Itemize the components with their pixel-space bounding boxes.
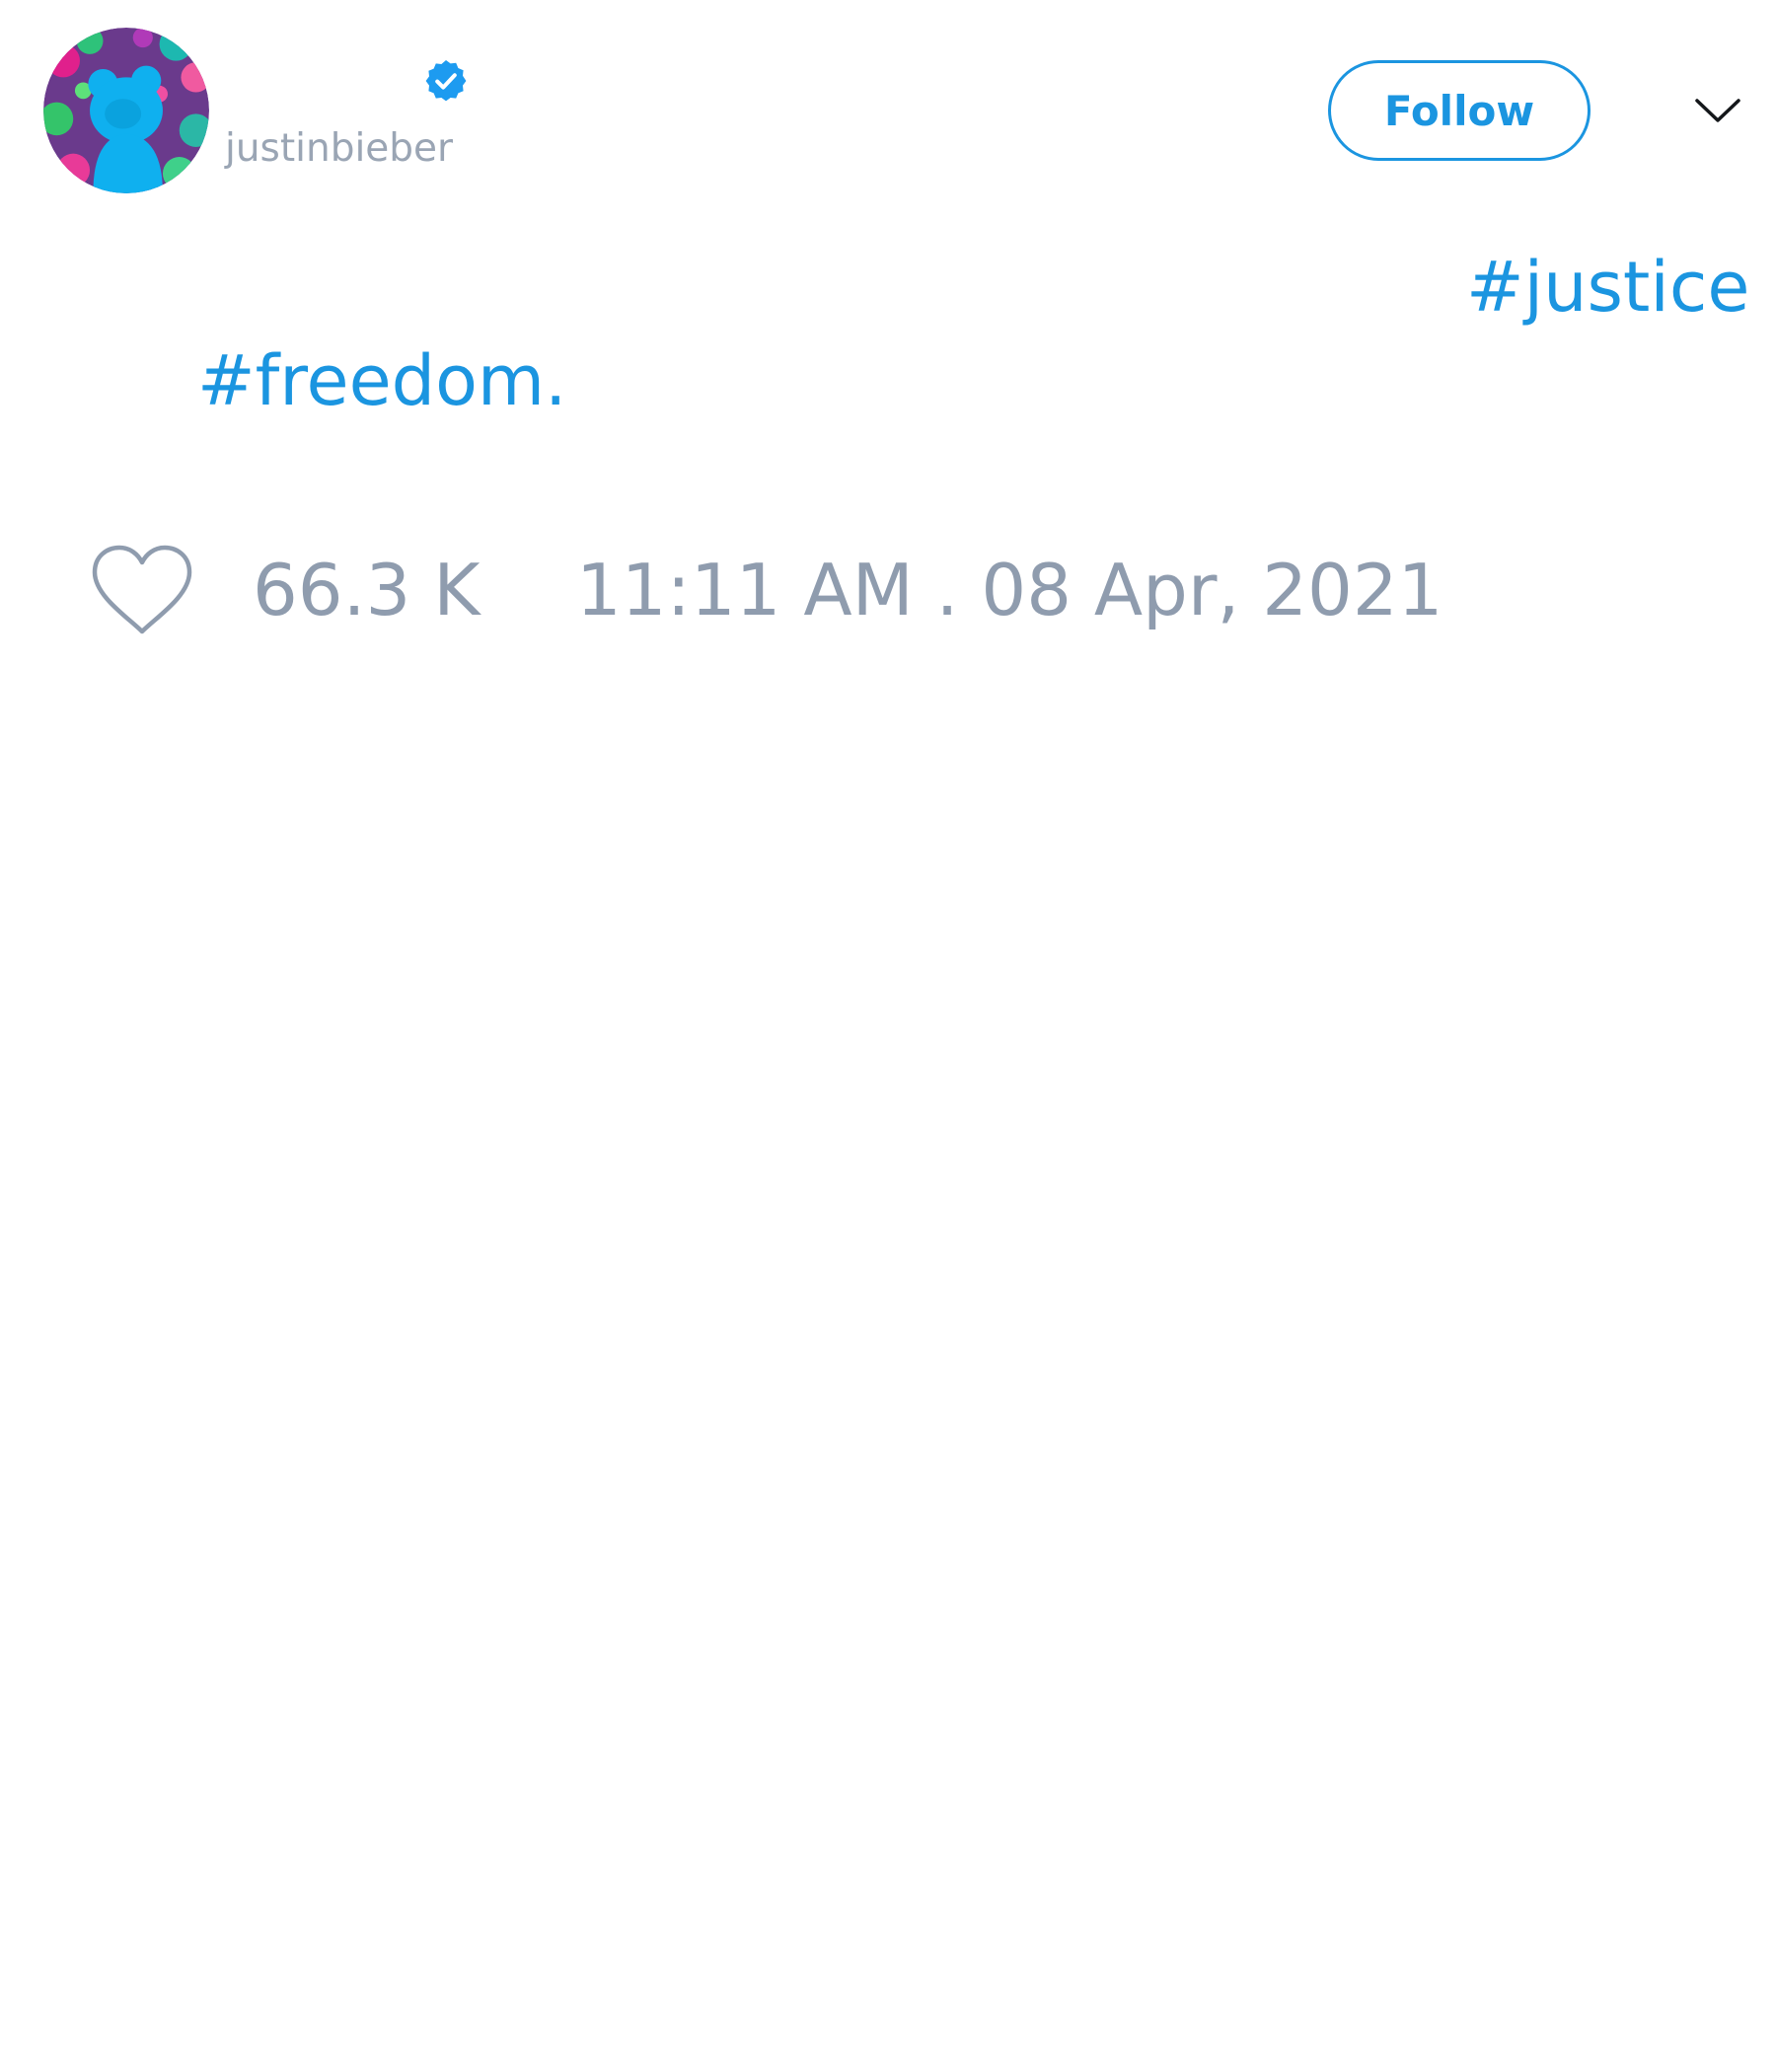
- hashtag-freedom-link[interactable]: #freedom.: [197, 340, 566, 421]
- tweet-timestamp[interactable]: 11:11 AM . 08 Apr, 2021: [576, 549, 1443, 631]
- hashtag-justice-link[interactable]: #justice: [1466, 247, 1749, 328]
- avatar-image: [43, 28, 209, 193]
- like-count: 66.3 K: [253, 549, 481, 631]
- follow-button[interactable]: Follow: [1328, 60, 1591, 161]
- chevron-down-icon[interactable]: [1693, 91, 1742, 128]
- tweet-card: justinbieber Follow #justice #freedom. 6…: [0, 0, 1776, 2072]
- heart-outline-icon[interactable]: [89, 543, 195, 636]
- author-handle[interactable]: justinbieber: [225, 126, 453, 171]
- profile-avatar[interactable]: [43, 28, 209, 193]
- verified-badge-icon: [422, 57, 470, 105]
